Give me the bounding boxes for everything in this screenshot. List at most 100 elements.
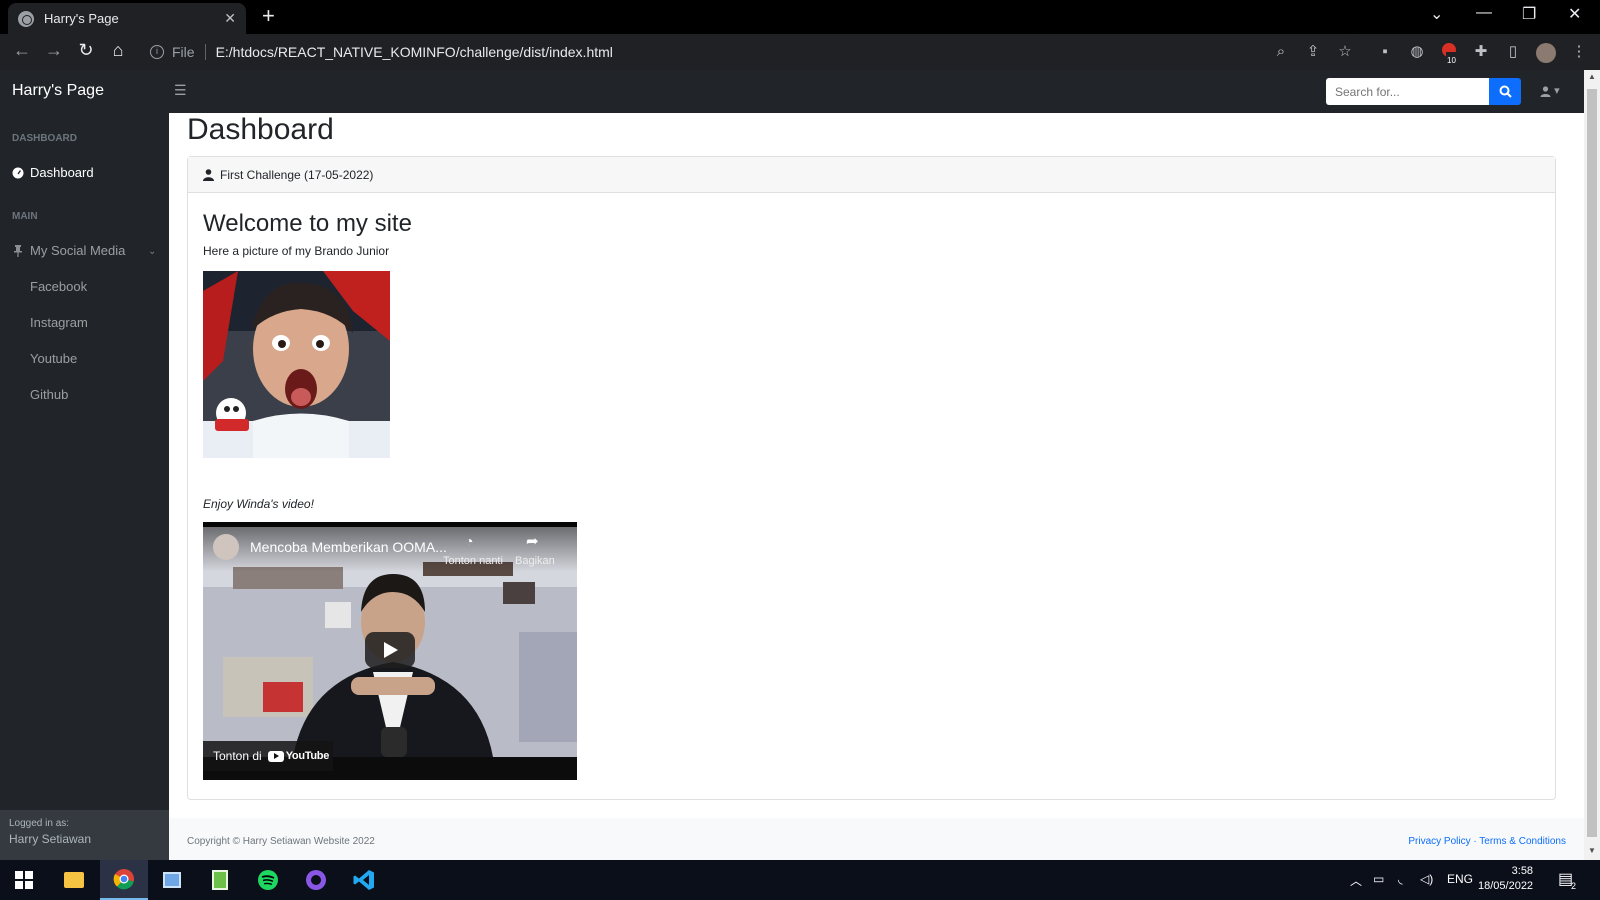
url-scheme: File	[172, 44, 206, 60]
new-tab-button[interactable]: +	[262, 5, 275, 27]
share-icon[interactable]: ⇪	[1304, 43, 1322, 61]
browser-tabbar: Harry's Page ✕ + ⌄ — ❐ ✕	[0, 0, 1600, 34]
channel-avatar[interactable]	[213, 534, 239, 560]
scroll-down-icon[interactable]: ▼	[1588, 846, 1596, 855]
puzzle-icon[interactable]: ✚	[1472, 43, 1490, 61]
notepad-icon	[212, 870, 228, 890]
folder-icon	[64, 872, 84, 888]
sidebar-item-social-media[interactable]: My Social Media	[12, 243, 125, 258]
home-icon[interactable]: ⌂	[106, 40, 130, 61]
play-button[interactable]	[365, 632, 415, 668]
minimize-icon[interactable]: —	[1476, 4, 1492, 22]
card-header: First Challenge (17-05-2022)	[188, 157, 1555, 193]
search-form	[1326, 78, 1521, 105]
share-icon[interactable]: ➦	[526, 532, 539, 550]
card-header-text: First Challenge (17-05-2022)	[220, 167, 374, 182]
scroll-thumb[interactable]	[1587, 89, 1597, 837]
top-navbar: Harry's Page ☰ ▾	[0, 70, 1584, 113]
youtube-embed[interactable]: Mencoba Memberikan OOMA... ◔ Tonton nant…	[203, 522, 577, 780]
spotify-app[interactable]	[244, 860, 292, 900]
user-icon	[203, 168, 214, 181]
intro-text: Here a picture of my Brando Junior	[203, 244, 390, 258]
tab-search-icon[interactable]: ⌄	[1430, 4, 1443, 24]
reload-icon[interactable]: ↻	[74, 40, 98, 61]
sidebar-item-github[interactable]: Github	[30, 387, 68, 402]
logged-in-label: Logged in as:	[9, 818, 70, 829]
footer-links[interactable]: Privacy Policy · Terms & Conditions	[1408, 836, 1566, 847]
video-title[interactable]: Mencoba Memberikan OOMA...	[250, 539, 447, 555]
github-desktop-app[interactable]	[292, 860, 340, 900]
sidebar-heading-main: MAIN	[12, 211, 38, 222]
volume-icon[interactable]: ◁)	[1420, 872, 1433, 886]
watch-later-label[interactable]: Tonton nanti	[443, 555, 503, 567]
chevron-down-icon[interactable]: ⌄	[148, 246, 156, 257]
zoom-icon[interactable]: ⌕	[1272, 43, 1290, 61]
video-caption: Enjoy Winda's video!	[203, 497, 314, 511]
spotify-icon	[258, 870, 278, 890]
url-text[interactable]: E:/htdocs/REACT_NATIVE_KOMINFO/challenge…	[216, 44, 613, 60]
sidebar-item-youtube[interactable]: Youtube	[30, 351, 77, 366]
search-button[interactable]	[1489, 78, 1521, 105]
computer-icon	[163, 872, 181, 888]
sidebar-item-dashboard[interactable]: Dashboard	[12, 165, 94, 180]
clock-date: 18/05/2022	[1478, 880, 1534, 892]
vscode-icon	[353, 870, 374, 890]
clock[interactable]: 3:58 18/05/2022	[1478, 864, 1533, 894]
window-close-icon[interactable]: ✕	[1568, 4, 1581, 24]
profile-photo	[203, 271, 390, 458]
close-tab-icon[interactable]: ✕	[224, 10, 236, 27]
forward-icon[interactable]: →	[42, 40, 66, 61]
address-bar[interactable]: i File E:/htdocs/REACT_NATIVE_KOMINFO/ch…	[140, 37, 1360, 67]
github-icon	[306, 870, 326, 890]
brand[interactable]: Harry's Page	[12, 82, 104, 100]
caret-down-icon: ▾	[1554, 85, 1560, 97]
info-icon[interactable]: i	[150, 45, 164, 59]
user-icon	[1540, 85, 1551, 97]
file-explorer-app[interactable]	[50, 860, 98, 900]
notepad-app[interactable]	[196, 860, 244, 900]
menu-dots-icon[interactable]: ⋮	[1570, 43, 1588, 61]
side-panel-icon[interactable]: ▯	[1504, 43, 1522, 61]
youtube-logo-icon	[267, 750, 284, 762]
youtube-wordmark: YouTube	[285, 750, 330, 762]
network-app[interactable]	[148, 860, 196, 900]
content-card: First Challenge (17-05-2022) Welcome to …	[187, 156, 1556, 800]
battery-icon[interactable]: ▭	[1373, 872, 1384, 886]
browser-toolbar: ← → ↻ ⌂ i File E:/htdocs/REACT_NATIVE_KO…	[0, 34, 1600, 70]
restore-icon[interactable]: ❐	[1522, 4, 1536, 24]
sidebar-toggle-icon[interactable]: ☰	[174, 82, 187, 99]
chrome-app[interactable]	[100, 860, 148, 900]
language-indicator[interactable]: ENG	[1447, 872, 1473, 886]
sidebar-heading-dashboard: DASHBOARD	[12, 133, 77, 144]
share-label[interactable]: Bagikan	[515, 555, 555, 567]
watch-on-label: Tonton di	[213, 749, 262, 763]
globe-extension-icon[interactable]: ◍	[1408, 43, 1426, 61]
tray-expand-icon[interactable]: ︿	[1350, 872, 1362, 889]
profile-avatar[interactable]	[1536, 43, 1556, 63]
sidebar-item-label: My Social Media	[30, 243, 126, 258]
user-dropdown[interactable]: ▾	[1540, 84, 1560, 97]
extension-icon[interactable]: ▪	[1376, 43, 1394, 61]
notification-extension-icon[interactable]: 10	[1440, 43, 1458, 70]
globe-icon	[18, 10, 34, 27]
back-icon[interactable]: ←	[10, 40, 34, 61]
sidebar-item-facebook[interactable]: Facebook	[30, 279, 87, 294]
bookmark-star-icon[interactable]: ☆	[1336, 43, 1354, 61]
chrome-icon	[113, 869, 134, 890]
page-footer: Copyright © Harry Setiawan Website 2022 …	[169, 818, 1584, 860]
browser-tab[interactable]: Harry's Page ✕	[8, 3, 246, 34]
sidebar-footer: Logged in as: Harry Setiawan	[0, 810, 169, 860]
wifi-icon[interactable]: ◟	[1398, 872, 1403, 886]
sidebar-item-instagram[interactable]: Instagram	[30, 315, 88, 330]
vscode-app[interactable]	[340, 860, 388, 900]
sidebar: DASHBOARD Dashboard MAIN My Social Media…	[0, 113, 169, 860]
watch-on-youtube[interactable]: Tonton di YouTube	[203, 741, 333, 771]
scroll-up-icon[interactable]: ▲	[1588, 72, 1596, 81]
windows-logo-icon	[15, 871, 33, 889]
sidebar-item-label: Dashboard	[30, 165, 94, 180]
clock-icon[interactable]: ◔	[465, 533, 473, 549]
search-input[interactable]	[1326, 78, 1489, 105]
notification-count: 2	[1571, 881, 1577, 891]
page-scrollbar[interactable]: ▲ ▼	[1584, 70, 1600, 860]
start-button[interactable]	[0, 860, 48, 900]
